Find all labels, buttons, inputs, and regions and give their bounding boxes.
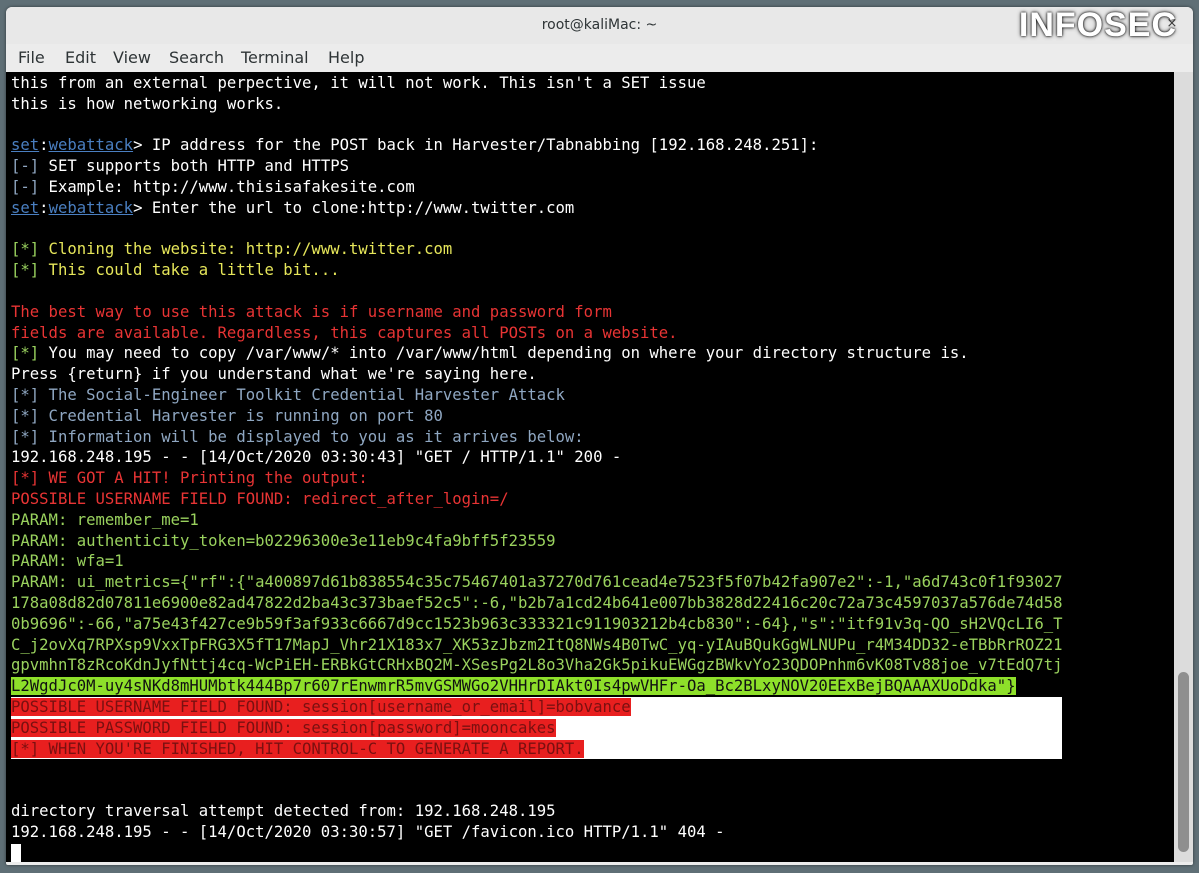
terminal-text: POSSIBLE PASSWORD FIELD FOUND: session[p… bbox=[11, 718, 556, 737]
terminal-text: 0b9696":-66,"a75e43f427ce9b59f3af933c666… bbox=[11, 614, 1063, 633]
terminal-output[interactable]: this from an external perpective, it wil… bbox=[6, 72, 1174, 862]
terminal-text: set bbox=[11, 198, 40, 217]
terminal-line: L2WgdJc0M-uy4sNKd8mHUMbtk444Bp7r607rEnwm… bbox=[11, 676, 1062, 697]
terminal-text: webattack bbox=[48, 136, 134, 155]
terminal-line: this is how networking works. bbox=[11, 94, 1062, 115]
terminal-text: this from an external perpective, it wil… bbox=[11, 74, 706, 92]
terminal-text: : bbox=[39, 136, 49, 155]
terminal-text: The best way to use this attack is if us… bbox=[11, 302, 612, 321]
terminal-line: PARAM: wfa=1 bbox=[11, 551, 1062, 572]
terminal-text: Example: http://www.thisisafakesite.com bbox=[39, 177, 415, 196]
terminal-text: Press {return} if you understand what we… bbox=[11, 365, 537, 384]
terminal-line: [*] Credential Harvester is running on p… bbox=[11, 406, 1062, 427]
terminal-line: set:webattack> IP address for the POST b… bbox=[11, 135, 1062, 156]
terminal-line: PARAM: remember_me=1 bbox=[11, 510, 1062, 531]
terminal-line: 0b9696":-66,"a75e43f427ce9b59f3af933c666… bbox=[11, 614, 1062, 635]
terminal-line: PARAM: ui_metrics={"rf":{"a400897d61b838… bbox=[11, 572, 1062, 593]
terminal-line: this from an external perpective, it wil… bbox=[11, 73, 1062, 94]
terminal-line: [*] WE GOT A HIT! Printing the output: bbox=[11, 468, 1062, 489]
terminal-text: [*] bbox=[11, 261, 40, 280]
terminal-line: [*] The Social-Engineer Toolkit Credenti… bbox=[11, 385, 1062, 406]
terminal-line: [*] WHEN YOU'RE FINISHED, HIT CONTROL-C … bbox=[11, 738, 1063, 760]
terminal-text: 178a08d82d07811e6900e82ad47822d2ba43c373… bbox=[11, 593, 1063, 612]
terminal-line: PARAM: authenticity_token=b02296300e3e11… bbox=[11, 531, 1062, 552]
terminal-window: root@kaliMac: ~ × File Edit View Search … bbox=[6, 7, 1193, 865]
menu-help[interactable]: Help bbox=[328, 48, 364, 67]
terminal-text: set bbox=[11, 136, 40, 155]
terminal-text: [*] The Social-Engineer Toolkit Credenti… bbox=[11, 385, 565, 404]
terminal-line: C_j2ovXq7RPXsp9VxxTpFRG3X5fT17MapJ_Vhr21… bbox=[11, 635, 1062, 656]
terminal-text: [*] WHEN YOU'RE FINISHED, HIT CONTROL-C … bbox=[11, 739, 584, 758]
terminal-text: PARAM: ui_metrics={"rf":{"a400897d61b838… bbox=[11, 573, 1063, 592]
terminal-line: POSSIBLE USERNAME FIELD FOUND: redirect_… bbox=[11, 489, 1062, 510]
terminal-text: > IP address for the POST back in Harves… bbox=[133, 136, 819, 155]
terminal-line: POSSIBLE PASSWORD FIELD FOUND: session[p… bbox=[11, 717, 1063, 739]
terminal-text: directory traversal attempt detected fro… bbox=[11, 801, 556, 820]
terminal-line: [*] You may need to copy /var/www/* into… bbox=[11, 343, 1062, 364]
terminal-text: gpvmhnT8zRcoKdnJyfNttj4cq-WcPiEH-ERBkGtC… bbox=[11, 656, 1063, 675]
terminal-text: C_j2ovXq7RPXsp9VxxTpFRG3X5fT17MapJ_Vhr21… bbox=[11, 635, 1063, 654]
terminal-text: [-] bbox=[11, 157, 40, 176]
terminal-text: POSSIBLE USERNAME FIELD FOUND: session[u… bbox=[11, 697, 631, 716]
title-bar[interactable]: root@kaliMac: ~ × bbox=[6, 7, 1193, 44]
terminal-line: [-] SET supports both HTTP and HTTPS bbox=[11, 156, 1062, 177]
terminal-text: L2WgdJc0M-uy4sNKd8mHUMbtk444Bp7r607rEnwm… bbox=[11, 677, 1016, 696]
terminal-text: this is how networking works. bbox=[11, 94, 284, 113]
terminal-text: PARAM: wfa=1 bbox=[11, 552, 124, 571]
terminal-line: fields are available. Regardless, this c… bbox=[11, 323, 1062, 344]
terminal-text: [*] Credential Harvester is running on p… bbox=[11, 406, 443, 425]
terminal-line: 178a08d82d07811e6900e82ad47822d2ba43c373… bbox=[11, 593, 1062, 614]
terminal-text: fields are available. Regardless, this c… bbox=[11, 323, 678, 342]
terminal-text: PARAM: authenticity_token=b02296300e3e11… bbox=[11, 531, 556, 550]
terminal-line: Press {return} if you understand what we… bbox=[11, 364, 1062, 385]
terminal-text: 192.168.248.195 - - [14/Oct/2020 03:30:4… bbox=[11, 448, 622, 467]
terminal-text: [*] bbox=[11, 344, 40, 363]
terminal-text: POSSIBLE USERNAME FIELD FOUND: redirect_… bbox=[11, 489, 509, 508]
terminal-text: [*] bbox=[11, 240, 40, 259]
terminal-line: gpvmhnT8zRcoKdnJyfNttj4cq-WcPiEH-ERBkGtC… bbox=[11, 655, 1062, 676]
terminal-line: 192.168.248.195 - - [14/Oct/2020 03:30:4… bbox=[11, 447, 1062, 468]
menu-bar: File Edit View Search Terminal Help bbox=[6, 44, 1193, 72]
menu-terminal[interactable]: Terminal bbox=[241, 48, 309, 67]
cursor-icon bbox=[11, 843, 21, 862]
terminal-text: [-] bbox=[11, 177, 40, 196]
window-title: root@kaliMac: ~ bbox=[541, 17, 658, 33]
terminal-line: [*] Cloning the website: http://www.twit… bbox=[11, 239, 1062, 260]
terminal-text: [*] Information will be displayed to you… bbox=[11, 427, 584, 446]
terminal-line: set:webattack> Enter the url to clone:ht… bbox=[11, 198, 1062, 219]
terminal-text: : bbox=[39, 198, 49, 217]
scrollbar[interactable] bbox=[1174, 72, 1193, 862]
terminal-line: [*] This could take a little bit... bbox=[11, 260, 1062, 281]
terminal-line: directory traversal attempt detected fro… bbox=[11, 801, 1062, 822]
menu-search[interactable]: Search bbox=[169, 48, 224, 67]
menu-edit[interactable]: Edit bbox=[65, 48, 96, 67]
menu-file[interactable]: File bbox=[18, 48, 45, 67]
terminal-line: [-] Example: http://www.thisisafakesite.… bbox=[11, 177, 1062, 198]
terminal-text: > Enter the url to clone:http://www.twit… bbox=[133, 198, 575, 217]
terminal-text: This could take a little bit... bbox=[39, 261, 340, 280]
terminal-lines: this from an external perpective, it wil… bbox=[11, 73, 1063, 862]
terminal-line: [*] Information will be displayed to you… bbox=[11, 427, 1062, 448]
terminal-line: POSSIBLE USERNAME FIELD FOUND: session[u… bbox=[11, 696, 1063, 718]
terminal-line: The best way to use this attack is if us… bbox=[11, 302, 1062, 323]
scrollbar-thumb[interactable] bbox=[1178, 672, 1189, 852]
terminal-text: webattack bbox=[48, 198, 134, 217]
menu-view[interactable]: View bbox=[113, 48, 151, 67]
terminal-text: 192.168.248.195 - - [14/Oct/2020 03:30:5… bbox=[11, 822, 725, 841]
terminal-line: 192.168.248.195 - - [14/Oct/2020 03:30:5… bbox=[11, 822, 1062, 843]
terminal-text: You may need to copy /var/www/* into /va… bbox=[39, 344, 969, 363]
terminal-text: [*] WE GOT A HIT! Printing the output: bbox=[11, 469, 368, 488]
terminal-text: PARAM: remember_me=1 bbox=[11, 510, 199, 529]
prompt-line bbox=[11, 842, 1062, 862]
terminal-text: Cloning the website: http://www.twitter.… bbox=[39, 240, 453, 259]
terminal-text: SET supports both HTTP and HTTPS bbox=[39, 157, 349, 176]
watermark-logo: INFOSEC bbox=[1018, 6, 1177, 44]
